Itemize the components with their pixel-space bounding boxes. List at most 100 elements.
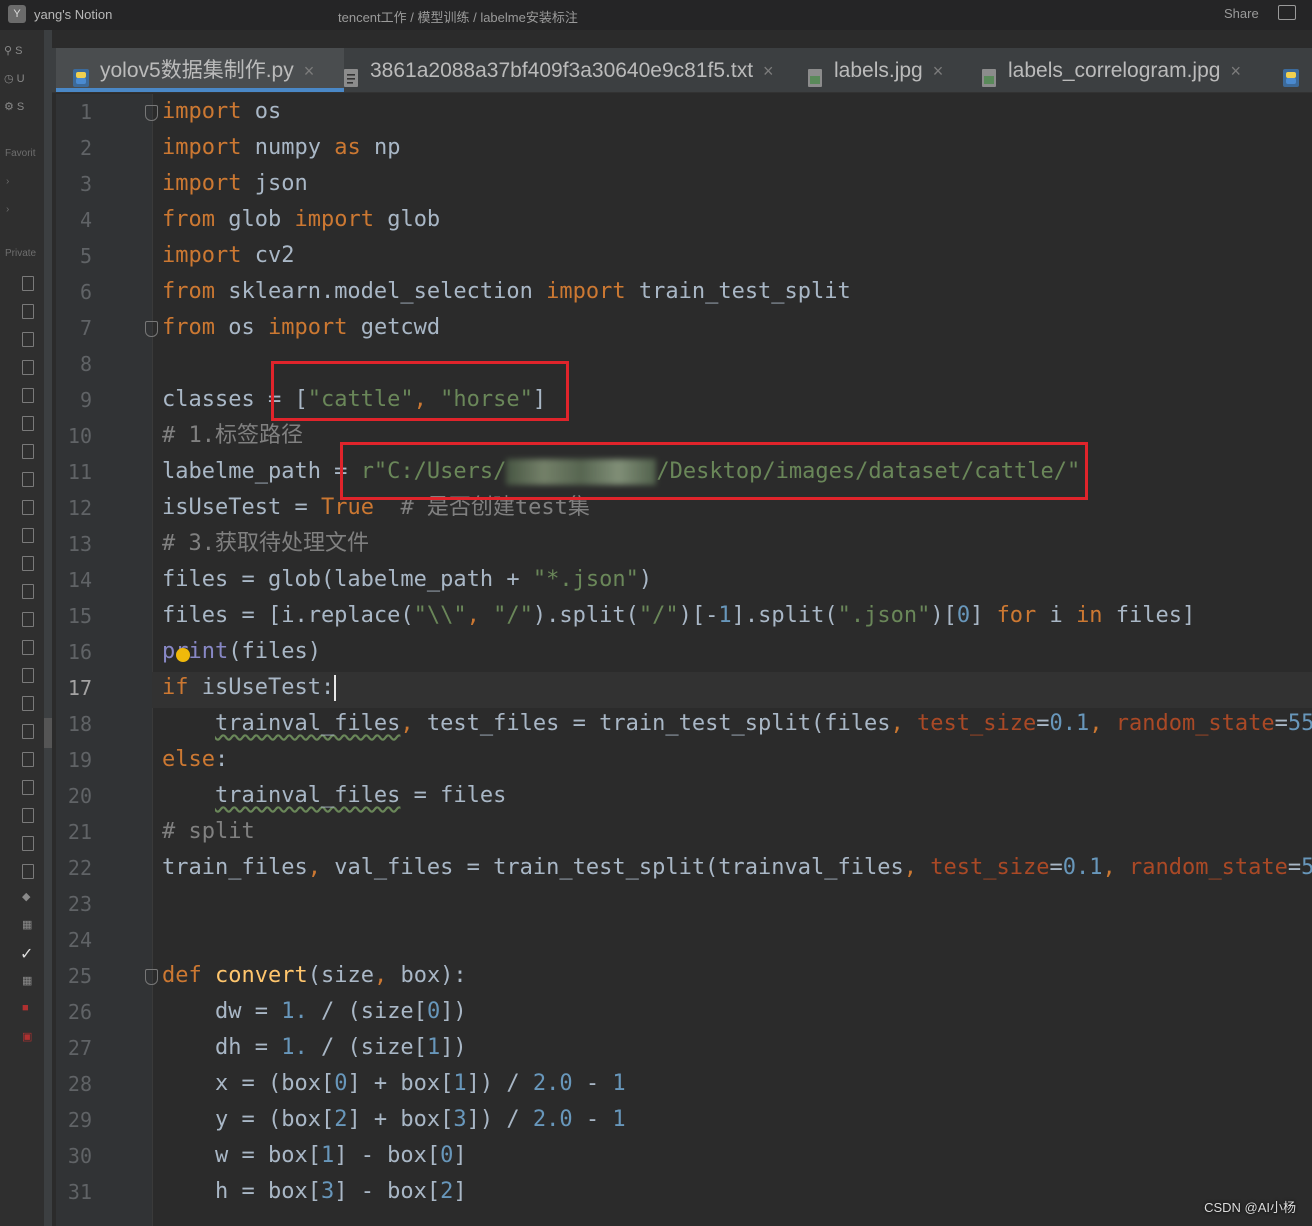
grid-icon[interactable]: ▦	[22, 974, 44, 992]
folder-icon[interactable]: ▦	[22, 918, 44, 936]
page-icon[interactable]	[22, 472, 34, 487]
watermark: CSDN @AI小杨	[1204, 1200, 1296, 1215]
code-line: import cv2	[162, 243, 295, 268]
page-icon[interactable]	[22, 640, 34, 655]
page-icon[interactable]	[22, 864, 34, 879]
workspace-name[interactable]: yang's Notion	[34, 7, 112, 22]
breadcrumb[interactable]: tencent工作 / 模型训练 / labelme安装标注	[338, 7, 578, 26]
code-line: import os	[162, 99, 282, 124]
scrollbar[interactable]	[44, 718, 52, 748]
editor-tab-bar: yolov5数据集制作.py × 3861a2088a37bf409f3a3064…	[52, 48, 1312, 93]
tab-label: 3861a2088a37bf409f3a30640e9c81f5.txt	[370, 59, 754, 82]
line-number: 4	[79, 208, 92, 232]
line-number: 29	[67, 1108, 92, 1132]
settings-icon[interactable]: ⚙ S	[4, 100, 40, 118]
page-icon[interactable]	[22, 528, 34, 543]
code-line: import numpy as np	[162, 135, 401, 160]
line-number: 25	[67, 964, 92, 988]
workspace-icon[interactable]: Y	[8, 5, 26, 23]
search-icon[interactable]: ⚲ S	[4, 44, 40, 62]
line-number: 28	[67, 1072, 92, 1096]
line-number: 3	[79, 172, 92, 196]
tab-yolov5-script[interactable]: yolov5数据集制作.py ×	[56, 48, 344, 92]
page-icon[interactable]	[22, 724, 34, 739]
code-line: files = [i.replace("\\", "/").split("/")…	[162, 603, 1196, 628]
python-file-icon	[72, 59, 90, 88]
code-line: y = (box[2] + box[3]) / 2.0 - 1	[162, 1107, 626, 1132]
code-area[interactable]: import os import numpy as np import json…	[152, 94, 1312, 1226]
close-icon[interactable]: ×	[1230, 61, 1241, 81]
line-number: 8	[79, 352, 92, 376]
page-icon[interactable]	[22, 416, 34, 431]
lightbulb-icon[interactable]	[176, 648, 190, 662]
code-line: # 3.获取待处理文件	[162, 526, 369, 562]
notion-sidebar: ⚲ S ◷ U ⚙ S Favorit › › Private ◆ ▦ ✓ ▦ …	[0, 30, 44, 1226]
page-icon[interactable]	[22, 584, 34, 599]
tab-label: yolov5数据集制作.py	[100, 59, 294, 82]
line-number: 20	[67, 784, 92, 808]
page-icon[interactable]	[22, 388, 34, 403]
check-icon[interactable]: ✓	[20, 944, 44, 963]
chevron-right-icon[interactable]: ›	[6, 176, 9, 187]
python-file-icon	[1282, 59, 1300, 88]
page-icon[interactable]	[22, 360, 34, 375]
page-icon[interactable]	[22, 612, 34, 627]
page-icon[interactable]	[22, 752, 34, 767]
tab-label: labels_correlogram.jpg	[1008, 59, 1221, 82]
close-icon[interactable]: ×	[933, 61, 944, 81]
tab-labels-jpg[interactable]: labels.jpg ×	[806, 48, 943, 92]
line-number: 7	[79, 316, 92, 340]
book-icon[interactable]: ■	[22, 1002, 44, 1020]
tab-txt-file[interactable]: 3861a2088a37bf409f3a30640e9c81f5.txt ×	[342, 48, 774, 92]
page-icon[interactable]	[22, 444, 34, 459]
line-number: 10	[67, 424, 92, 448]
tab-labels-correlogram[interactable]: labels_correlogram.jpg ×	[980, 48, 1241, 92]
page-icon[interactable]	[22, 668, 34, 683]
code-line: from sklearn.model_selection import trai…	[162, 279, 851, 304]
image-file-icon	[980, 59, 998, 88]
line-number: 13	[67, 532, 92, 556]
calendar-icon[interactable]: ▣	[22, 1030, 44, 1048]
line-number: 9	[79, 388, 92, 412]
page-icon[interactable]	[22, 836, 34, 851]
page-icon[interactable]	[22, 696, 34, 711]
line-number: 26	[67, 1000, 92, 1024]
top-bar: Y yang's Notion tencent工作 / 模型训练 / label…	[0, 0, 1312, 30]
code-line: def convert(size, box):	[162, 963, 467, 988]
code-line: # split	[162, 814, 255, 850]
code-line: # 1.标签路径	[162, 418, 303, 454]
highlight-box-path	[340, 442, 1088, 500]
line-number: 31	[67, 1180, 92, 1204]
line-number: 5	[79, 244, 92, 268]
share-button[interactable]: Share	[1224, 6, 1259, 21]
line-number: 15	[67, 604, 92, 628]
close-icon[interactable]: ×	[763, 61, 774, 81]
page-icon[interactable]	[22, 304, 34, 319]
page-icon[interactable]	[22, 808, 34, 823]
updates-icon[interactable]: ◷ U	[4, 72, 40, 90]
line-number: 12	[67, 496, 92, 520]
line-number-gutter: 1 2 3 4 5 6 7 8 9 10 11 12 13 14 15 16 17 18 19 20 21 22 23 24 2…	[56, 94, 158, 1226]
tab-overflow[interactable]	[1282, 48, 1310, 92]
line-number: 1	[79, 100, 92, 124]
page-icon[interactable]	[22, 276, 34, 291]
page-icon[interactable]	[22, 556, 34, 571]
page-icon[interactable]	[22, 780, 34, 795]
chevron-right-icon[interactable]: ›	[6, 204, 9, 215]
line-number: 18	[67, 712, 92, 736]
code-line: x = (box[0] + box[1]) / 2.0 - 1	[162, 1071, 626, 1096]
line-number: 6	[79, 280, 92, 304]
code-line: from os import getcwd	[162, 315, 441, 340]
tab-label: labels.jpg	[834, 59, 923, 82]
code-line: w = box[1] - box[0]	[162, 1143, 467, 1168]
private-section-label: Private	[5, 248, 37, 259]
favorites-section-label: Favorit	[5, 148, 36, 159]
code-line: h = box[3] - box[2]	[162, 1179, 467, 1204]
line-number: 24	[67, 928, 92, 952]
page-icon[interactable]	[22, 332, 34, 347]
comment-icon[interactable]	[1278, 5, 1296, 20]
close-icon[interactable]: ×	[304, 61, 315, 81]
page-icon[interactable]	[22, 500, 34, 515]
line-number: 2	[79, 136, 92, 160]
pin-icon[interactable]: ◆	[22, 890, 44, 908]
